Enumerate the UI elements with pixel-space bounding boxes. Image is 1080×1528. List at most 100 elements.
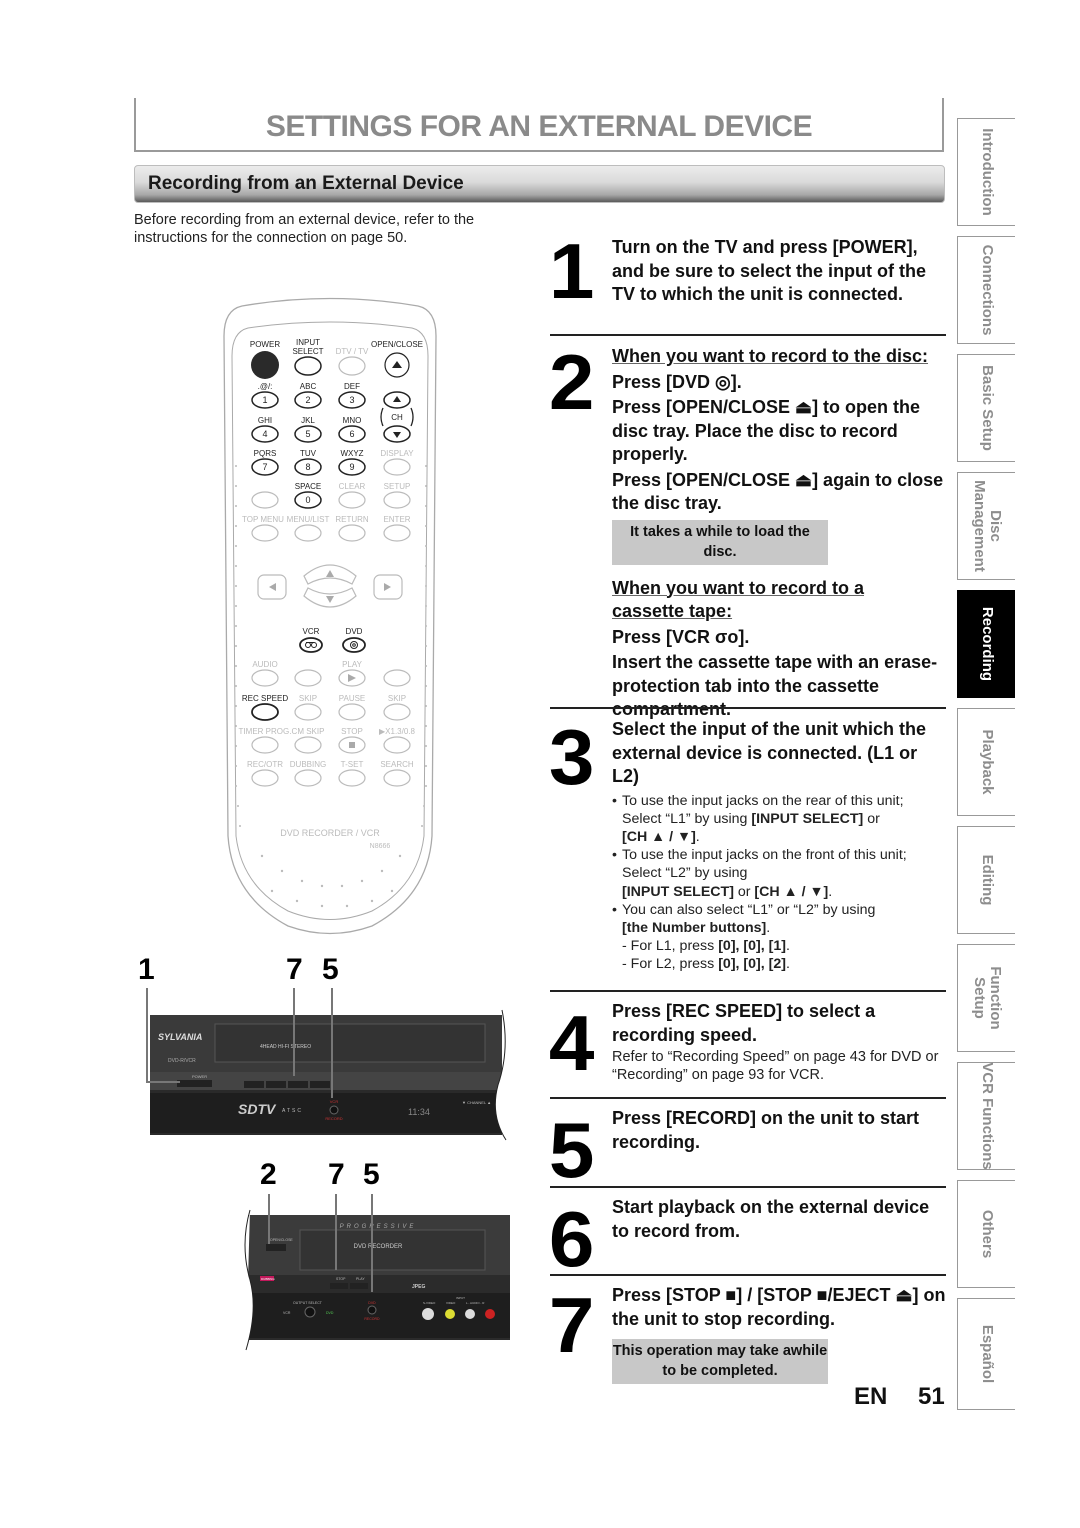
l2-instruction: - For L2, press [0], [0], [2]. <box>612 955 946 973</box>
record-top-label: VCR <box>330 1099 339 1104</box>
output-select-button[interactable] <box>304 1306 316 1318</box>
press-vcr-instruction: Press [VCR σο]. <box>612 626 750 647</box>
input-select-key: [INPUT SELECT] <box>751 810 864 827</box>
key-1-label: 1 <box>262 395 267 405</box>
page-title-box: SETTINGS FOR AN EXTERNAL DEVICE <box>134 98 944 152</box>
menu-list-button[interactable] <box>294 524 322 542</box>
side-tab-recording[interactable]: Recording <box>957 590 1015 698</box>
dash-text: . <box>786 956 790 973</box>
output-vcr-label: VCR <box>283 1311 291 1315</box>
skip-forward-label: SKIP <box>388 694 406 703</box>
search-button[interactable] <box>383 769 411 787</box>
step-number: 7 <box>548 1281 595 1369</box>
audio-button[interactable] <box>251 669 279 687</box>
rec-otr-button[interactable] <box>251 769 279 787</box>
tab-label: VCR Functions <box>978 1062 996 1170</box>
input-select-button[interactable] <box>294 356 322 376</box>
dtv-tv-button[interactable] <box>338 356 366 376</box>
vcr-record-button[interactable] <box>329 1105 339 1115</box>
unit-stop-button[interactable] <box>330 1283 348 1289</box>
audio-label: AUDIO <box>252 660 277 669</box>
tab-label: Español <box>978 1324 996 1384</box>
top-menu-button[interactable] <box>251 524 279 542</box>
stop-eject-button[interactable] <box>288 1081 308 1088</box>
side-tab-basic-setup[interactable]: Basic Setup <box>957 354 1015 462</box>
recorder-label: DVD RECORDER <box>354 1244 403 1250</box>
dvd-label: DVD <box>346 627 363 636</box>
callout-line <box>146 988 148 1083</box>
hyphen-button[interactable] <box>251 491 279 509</box>
search-label: SEARCH <box>380 760 414 769</box>
return-button[interactable] <box>338 524 366 542</box>
display-button[interactable] <box>383 458 411 476</box>
ch-label: CH <box>391 413 403 422</box>
key-3-letters: DEF <box>344 382 360 391</box>
dubbing-button[interactable] <box>294 769 322 787</box>
open-tray-instruction: Press [OPEN/CLOSE ⏏] to open the disc tr… <box>612 397 921 464</box>
dash-text: . <box>786 938 790 955</box>
side-tab-others[interactable]: Others <box>957 1180 1015 1288</box>
play-button-unit[interactable] <box>310 1081 330 1088</box>
side-tab-disc-management[interactable]: Disc Management <box>957 472 1015 580</box>
timer-prog-label: TIMER PROG. <box>239 727 292 736</box>
callout-number: 1 <box>138 953 155 986</box>
vcr-unit-illustration: SYLVANIA DVD-R/VCR 4HEAD HI-FI STEREO PO… <box>150 1009 507 1141</box>
rew-button[interactable] <box>244 1081 264 1088</box>
bullet-front-jacks: • To use the input jacks on the front of … <box>612 847 907 900</box>
tab-label: Introduction <box>978 128 996 216</box>
clear-button[interactable] <box>338 491 366 509</box>
fast-forward-button[interactable] <box>383 669 411 687</box>
ffwd-button[interactable] <box>266 1081 286 1088</box>
side-tab-function-setup[interactable]: Function Setup <box>957 944 1015 1052</box>
speed-play-button[interactable] <box>383 736 411 754</box>
display-label: DISPLAY <box>380 449 414 458</box>
side-tab-connections[interactable]: Connections <box>957 236 1015 344</box>
bullet-text: or <box>863 810 880 827</box>
timer-prog-button[interactable] <box>251 736 279 754</box>
side-tab-playback[interactable]: Playback <box>957 708 1015 816</box>
setup-button[interactable] <box>383 491 411 509</box>
record-bottom-label: RECORD <box>325 1116 342 1121</box>
clear-label: CLEAR <box>339 482 366 491</box>
key-2-letters: ABC <box>300 382 317 391</box>
unit-power-button[interactable] <box>177 1080 212 1087</box>
unit-play-button[interactable] <box>350 1283 368 1289</box>
audio-l-jack <box>465 1309 475 1319</box>
cm-skip-button[interactable] <box>294 736 322 754</box>
press-dvd-instruction: Press [DVD ◎]. <box>612 371 742 392</box>
key-6-letters: MNO <box>343 416 362 425</box>
brand-logo: SYLVANIA <box>158 1032 202 1042</box>
step-divider <box>550 1274 946 1276</box>
rec-speed-button[interactable] <box>251 703 279 721</box>
side-tab-editing[interactable]: Editing <box>957 826 1015 934</box>
dvd-record-button[interactable] <box>367 1305 377 1315</box>
enter-button[interactable] <box>383 524 411 542</box>
video-label: VIDEO <box>446 1301 456 1305</box>
rewind-button[interactable] <box>294 669 322 687</box>
callout-number: 7 <box>328 1158 345 1191</box>
key-6-label: 6 <box>349 429 354 439</box>
step-heading: Start playback on the external device to… <box>612 1197 930 1241</box>
dvd-button[interactable] <box>342 637 366 653</box>
input-select-label-2: SELECT <box>292 347 323 356</box>
tab-label: Function Setup <box>970 966 1004 1030</box>
key-4-label: 4 <box>262 429 267 439</box>
power-button[interactable] <box>251 351 279 379</box>
side-tab-introduction[interactable]: Introduction <box>957 118 1015 226</box>
cassette-slot-label: 4HEAD HI-FI STEREO <box>260 1044 311 1050</box>
unit-open-close-button[interactable] <box>266 1244 286 1251</box>
side-tab-vcr-functions[interactable]: VCR Functions <box>957 1062 1015 1170</box>
bullet-text: or <box>733 883 755 900</box>
step-detail: Refer to “Recording Speed” on page 43 fo… <box>612 1049 939 1083</box>
step-heading: Turn on the TV and press [POWER], and be… <box>612 237 927 304</box>
bullet-text: . <box>766 919 771 936</box>
pause-button[interactable] <box>338 703 366 721</box>
skip-back-button[interactable] <box>294 703 322 721</box>
skip-forward-button[interactable] <box>383 703 411 721</box>
remote-control-illustration: POWER INPUT SELECT DTV / TV OPEN/CLOSE .… <box>223 297 437 935</box>
atsc-label: ATSC <box>282 1108 303 1114</box>
cm-skip-label: CM SKIP <box>292 727 325 736</box>
side-tab-espanol[interactable]: Español <box>957 1298 1015 1410</box>
t-set-button[interactable] <box>338 769 366 787</box>
dtv-tv-label: DTV / TV <box>336 347 369 356</box>
